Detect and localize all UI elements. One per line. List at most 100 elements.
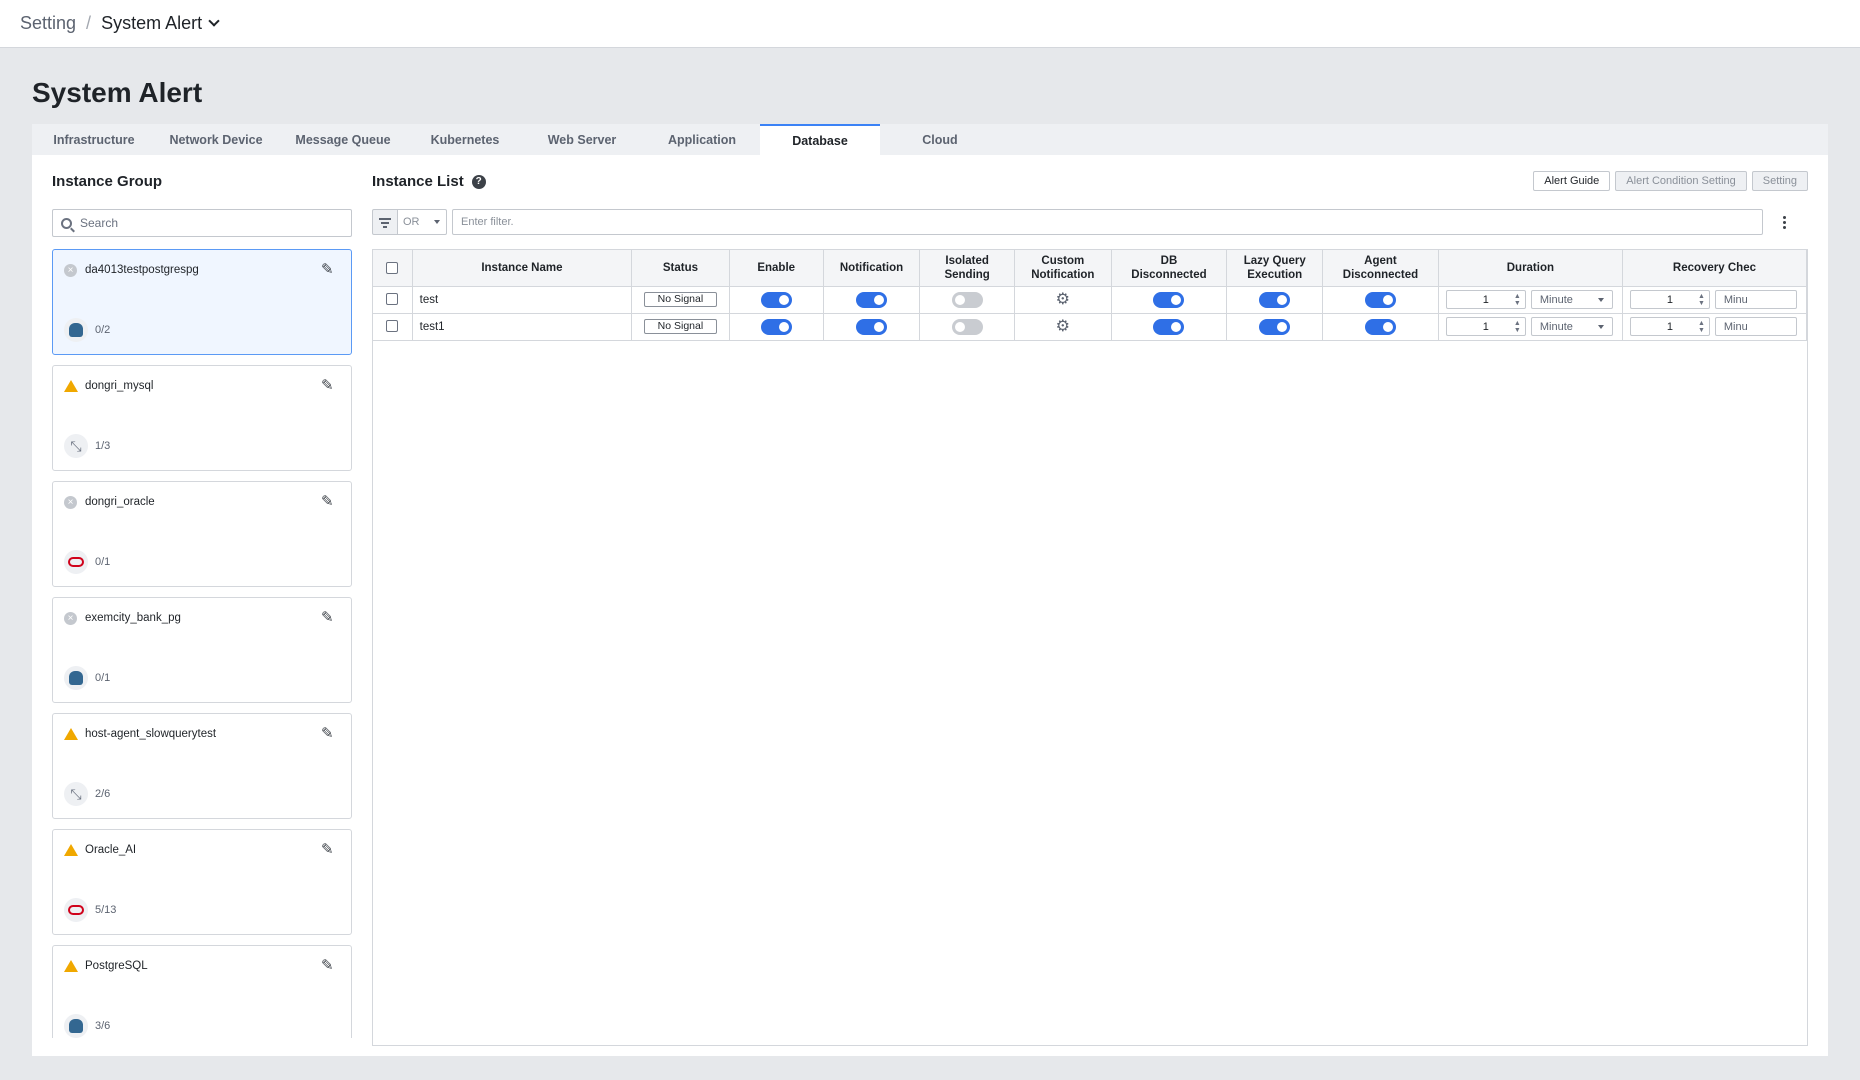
setting-button[interactable]: Setting xyxy=(1751,171,1808,191)
caret-down-icon xyxy=(434,220,440,224)
edit-pencil-icon[interactable]: ✎ xyxy=(321,494,337,510)
table-row[interactable]: test No Signal ⚙ 1 ▲ ▼ Minute 1 ▲ ▼ Minu xyxy=(373,286,1807,314)
group-card[interactable]: × exemcity_bank_pg ✎ 0/1 xyxy=(52,597,352,703)
recovery-unit-select[interactable]: Minu xyxy=(1714,290,1797,309)
alert-condition-setting-button[interactable]: Alert Condition Setting xyxy=(1615,171,1747,191)
col-label: Lazy Query xyxy=(1243,254,1306,267)
inactive-status-icon: × xyxy=(64,496,77,509)
tab-database[interactable]: Database xyxy=(760,124,880,155)
status-cell: No Signal xyxy=(631,313,730,341)
tab-kubernetes[interactable]: Kubernetes xyxy=(410,124,520,155)
group-card[interactable]: PostgreSQL ✎ 3/6 xyxy=(52,945,352,1038)
alert-guide-button[interactable]: Alert Guide xyxy=(1533,171,1611,191)
gear-icon[interactable]: ⚙ xyxy=(1056,291,1070,308)
col-db-disconnected[interactable]: DB Disconnected xyxy=(1111,250,1228,287)
mysql-icon: ⤡ xyxy=(64,782,88,806)
db-disconnected-toggle[interactable] xyxy=(1153,318,1185,335)
agent-disconnected-toggle[interactable] xyxy=(1364,291,1396,308)
filter-icon[interactable] xyxy=(372,209,398,235)
recovery-value: 1 xyxy=(1666,293,1673,306)
status-badge: No Signal xyxy=(643,319,717,334)
edit-pencil-icon[interactable]: ✎ xyxy=(321,726,337,742)
col-instance-name[interactable]: Instance Name xyxy=(412,250,633,287)
row-select-cell xyxy=(373,313,413,341)
edit-pencil-icon[interactable]: ✎ xyxy=(321,958,337,974)
col-label: Execution xyxy=(1247,268,1303,281)
db-disconnected-toggle[interactable] xyxy=(1153,291,1185,308)
duration-unit-select[interactable]: Minute xyxy=(1530,290,1613,309)
enable-toggle[interactable] xyxy=(760,318,792,335)
tab-network-device[interactable]: Network Device xyxy=(156,124,276,155)
group-card[interactable]: Oracle_AI ✎ 5/13 xyxy=(52,829,352,935)
edit-pencil-icon[interactable]: ✎ xyxy=(321,842,337,858)
group-search-input[interactable] xyxy=(80,216,330,230)
enable-toggle[interactable] xyxy=(760,291,792,308)
duration-value: 1 xyxy=(1482,320,1489,333)
group-card[interactable]: × da4013testpostgrespg ✎ 0/2 xyxy=(52,249,352,355)
instance-group-panel: Instance Group × da4013testpostgrespg ✎ … xyxy=(52,155,352,1038)
recovery-stepper[interactable]: 1 ▲ ▼ xyxy=(1629,317,1710,336)
group-count: 2/6 xyxy=(95,788,111,800)
col-duration[interactable]: Duration xyxy=(1438,250,1623,287)
agent-disconnected-cell xyxy=(1322,313,1439,341)
row-checkbox[interactable] xyxy=(386,320,399,333)
col-lazy-query-execution[interactable]: Lazy Query Execution xyxy=(1226,250,1324,287)
filter-input[interactable] xyxy=(452,209,1763,235)
breadcrumb-setting[interactable]: Setting xyxy=(20,13,76,34)
stepper-arrows-icon[interactable]: ▲ ▼ xyxy=(1514,320,1521,334)
tab-web-server[interactable]: Web Server xyxy=(520,124,644,155)
duration-stepper[interactable]: 1 ▲ ▼ xyxy=(1445,317,1526,336)
gear-icon[interactable]: ⚙ xyxy=(1056,318,1070,335)
recovery-stepper[interactable]: 1 ▲ ▼ xyxy=(1629,290,1710,309)
edit-pencil-icon[interactable]: ✎ xyxy=(321,610,337,626)
edit-pencil-icon[interactable]: ✎ xyxy=(321,262,337,278)
group-card[interactable]: × dongri_oracle ✎ 0/1 xyxy=(52,481,352,587)
recovery-unit-select[interactable]: Minu xyxy=(1714,317,1797,336)
table-row[interactable]: test1 No Signal ⚙ 1 ▲ ▼ Minute 1 ▲ ▼ Min… xyxy=(373,313,1807,341)
help-icon[interactable]: ? xyxy=(471,175,486,189)
instance-list-title-text: Instance List xyxy=(372,173,464,190)
group-card[interactable]: dongri_mysql ✎ ⤡ 1/3 xyxy=(52,365,352,471)
stepper-arrows-icon[interactable]: ▲ ▼ xyxy=(1698,320,1705,334)
notification-toggle[interactable] xyxy=(856,318,887,335)
lazy-query-toggle[interactable] xyxy=(1259,291,1291,308)
col-isolated-sending[interactable]: Isolated Sending xyxy=(919,250,1016,287)
instance-list-panel: Instance List? Alert Guide Alert Conditi… xyxy=(372,155,1808,1056)
edit-pencil-icon[interactable]: ✎ xyxy=(321,378,337,394)
breadcrumb-current-dropdown[interactable]: System Alert xyxy=(101,13,220,34)
notification-cell xyxy=(823,286,921,314)
isolated-sending-toggle[interactable] xyxy=(951,291,983,308)
tab-cloud[interactable]: Cloud xyxy=(880,124,1000,155)
col-label: Custom xyxy=(1041,254,1085,267)
group-name: dongri_oracle xyxy=(85,496,155,508)
col-custom-notification[interactable]: Custom Notification xyxy=(1014,250,1112,287)
row-checkbox[interactable] xyxy=(386,293,399,306)
instance-table-container: Instance Name Status Enable Notification… xyxy=(372,249,1808,1046)
stepper-arrows-icon[interactable]: ▲ ▼ xyxy=(1698,293,1705,307)
agent-disconnected-toggle[interactable] xyxy=(1364,318,1396,335)
notification-toggle[interactable] xyxy=(856,291,887,308)
isolated-sending-toggle[interactable] xyxy=(951,318,983,335)
status-badge: No Signal xyxy=(643,292,717,307)
agent-disconnected-cell xyxy=(1322,286,1439,314)
group-card[interactable]: host-agent_slowquerytest ✎ ⤡ 2/6 xyxy=(52,713,352,819)
col-recovery-check[interactable]: Recovery Chec xyxy=(1622,250,1807,287)
duration-stepper[interactable]: 1 ▲ ▼ xyxy=(1445,290,1526,309)
tab-message-queue[interactable]: Message Queue xyxy=(276,124,410,155)
duration-unit-select[interactable]: Minute xyxy=(1530,317,1613,336)
tab-infrastructure[interactable]: Infrastructure xyxy=(32,124,156,155)
status-cell: No Signal xyxy=(631,286,730,314)
lazy-query-toggle[interactable] xyxy=(1259,318,1291,335)
col-enable[interactable]: Enable xyxy=(729,250,824,287)
db-disconnected-cell xyxy=(1111,313,1228,341)
col-status[interactable]: Status xyxy=(631,250,730,287)
group-name: dongri_mysql xyxy=(85,380,154,392)
col-notification[interactable]: Notification xyxy=(823,250,921,287)
tab-application[interactable]: Application xyxy=(644,124,760,155)
more-options-icon[interactable] xyxy=(1776,209,1792,235)
select-all-checkbox[interactable] xyxy=(386,261,399,274)
stepper-arrows-icon[interactable]: ▲ ▼ xyxy=(1514,293,1521,307)
filter-operator-select[interactable]: OR xyxy=(397,209,447,235)
oracle-icon xyxy=(64,898,88,922)
col-agent-disconnected[interactable]: Agent Disconnected xyxy=(1322,250,1439,287)
